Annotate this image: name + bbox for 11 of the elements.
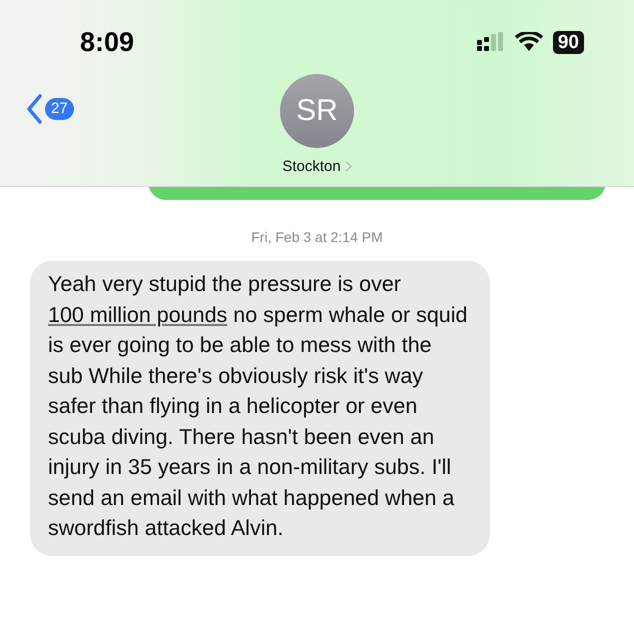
received-message: Yeah very stupid the pressure is over 100 million pounds no sperm whale or squid is ever going to be able to mess with the sub While there's obviously risk it's way safer than flying in a helicopter or even scuba diving. There hasn't been even an injury in 35 years in a non-military subs. I'll send an email with what happened when a swordfish attacked Alvin. [30, 261, 490, 556]
signal-icon [476, 32, 505, 52]
status-time: 8:09 [80, 26, 134, 58]
contact-name[interactable]: Stockton [282, 158, 341, 175]
back-icon[interactable] [26, 94, 42, 124]
wifi-icon [514, 32, 543, 52]
unread-badge[interactable]: 27 [45, 98, 74, 120]
chevron-icon [344, 161, 352, 172]
battery-indicator: 90 [552, 30, 584, 54]
data-detector-link[interactable]: 100 million pounds [48, 302, 228, 326]
message-timestamp: Fri, Feb 3 at 2:14 PM [250, 229, 384, 245]
